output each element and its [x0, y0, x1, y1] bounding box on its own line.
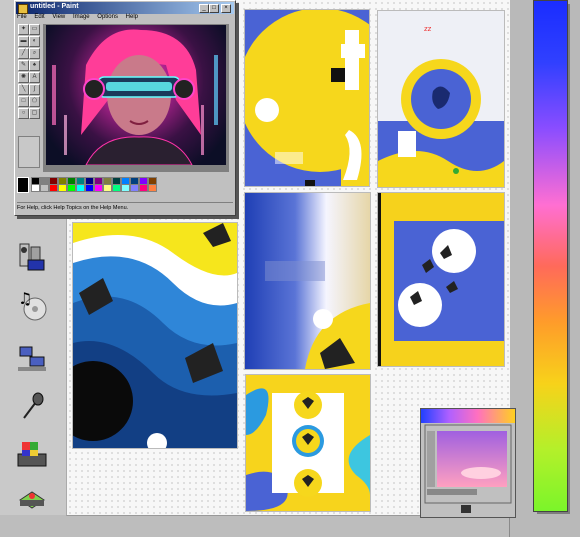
ellipse-tool-icon[interactable]: ○	[18, 108, 29, 119]
close-button[interactable]: ×	[221, 4, 231, 13]
artwork-blue-gradient[interactable]	[244, 192, 371, 370]
cd-drive-icon[interactable]	[16, 482, 48, 514]
palette-swatch[interactable]	[121, 184, 130, 192]
multimedia-icon[interactable]	[16, 438, 48, 470]
palette-swatch[interactable]	[58, 184, 67, 192]
menu-help[interactable]: Help	[126, 14, 138, 20]
color-palette[interactable]	[17, 177, 157, 193]
rounded-rect-tool-icon[interactable]: ▢	[29, 108, 40, 119]
palette-swatch[interactable]	[112, 184, 121, 192]
pencil-tool-icon[interactable]: ✎	[18, 60, 29, 71]
line-tool-icon[interactable]: ╲	[18, 84, 29, 95]
fill-tool-icon[interactable]: ◐	[29, 36, 40, 47]
artwork-blue-yellow-circle[interactable]	[244, 9, 370, 187]
paint-title-text: untitled - Paint	[30, 3, 79, 10]
media-player-icon[interactable]	[16, 242, 48, 274]
palette-swatch[interactable]	[31, 184, 40, 192]
art2-caption: zz	[424, 25, 432, 33]
cyberpunk-portrait-image[interactable]	[46, 25, 226, 165]
polygon-tool-icon[interactable]: ⬠	[29, 96, 40, 107]
thumbnail-preview-window[interactable]	[420, 408, 516, 518]
artwork-yellow-ring[interactable]: zz	[377, 10, 505, 188]
free-select-tool-icon[interactable]: ✦	[18, 24, 29, 35]
palette-swatch[interactable]	[139, 184, 148, 192]
current-color-swatch[interactable]	[17, 177, 29, 193]
palette-swatch[interactable]	[130, 184, 139, 192]
minimize-button[interactable]: _	[199, 4, 209, 13]
tool-options-box[interactable]	[18, 136, 40, 168]
brush-tool-icon[interactable]: ♠	[29, 60, 40, 71]
menu-image[interactable]: Image	[73, 14, 90, 20]
paint-titlebar[interactable]: untitled - Paint _ □ ×	[16, 2, 234, 14]
text-tool-icon[interactable]: A	[29, 72, 40, 83]
artwork-blue-panel-circles[interactable]	[377, 192, 505, 367]
status-text: For Help, click Help Topics on the Help …	[17, 205, 129, 211]
paint-window[interactable]: untitled - Paint _ □ × File Edit View Im…	[14, 0, 236, 216]
rainbow-gradient-bar	[533, 0, 568, 512]
svg-text:♫: ♫	[18, 290, 32, 308]
rectangle-tool-icon[interactable]: □	[18, 96, 29, 107]
palette-swatch[interactable]	[49, 184, 58, 192]
menu-options[interactable]: Options	[97, 14, 118, 20]
picker-tool-icon[interactable]: ╱	[18, 48, 29, 59]
paint-app-icon	[18, 4, 28, 14]
paint-statusbar: For Help, click Help Topics on the Help …	[17, 202, 233, 213]
menu-view[interactable]: View	[52, 14, 65, 20]
curve-tool-icon[interactable]: ∫	[29, 84, 40, 95]
palette-swatch[interactable]	[94, 184, 103, 192]
palette-swatch[interactable]	[148, 184, 157, 192]
rect-select-tool-icon[interactable]: ▭	[29, 24, 40, 35]
palette-swatch[interactable]	[76, 184, 85, 192]
magnifier-tool-icon[interactable]: ⌕	[29, 48, 40, 59]
palette-swatch[interactable]	[85, 184, 94, 192]
palette-swatch[interactable]	[40, 184, 49, 192]
eraser-tool-icon[interactable]: ▬	[18, 36, 29, 47]
artwork-blue-waves-butterflies[interactable]	[72, 222, 238, 449]
airbrush-tool-icon[interactable]: ✺	[18, 72, 29, 83]
maximize-button[interactable]: □	[209, 4, 219, 13]
palette-swatch[interactable]	[67, 184, 76, 192]
palette-swatch[interactable]	[103, 184, 112, 192]
menu-file[interactable]: File	[17, 14, 27, 20]
artwork-yellow-blobs[interactable]	[245, 374, 371, 512]
cd-audio-icon[interactable]: ♫	[16, 289, 48, 322]
paint-menubar: File Edit View Image Options Help	[17, 14, 233, 23]
microphone-icon[interactable]	[16, 390, 48, 422]
menu-edit[interactable]: Edit	[34, 14, 44, 20]
network-icon[interactable]	[16, 343, 48, 375]
